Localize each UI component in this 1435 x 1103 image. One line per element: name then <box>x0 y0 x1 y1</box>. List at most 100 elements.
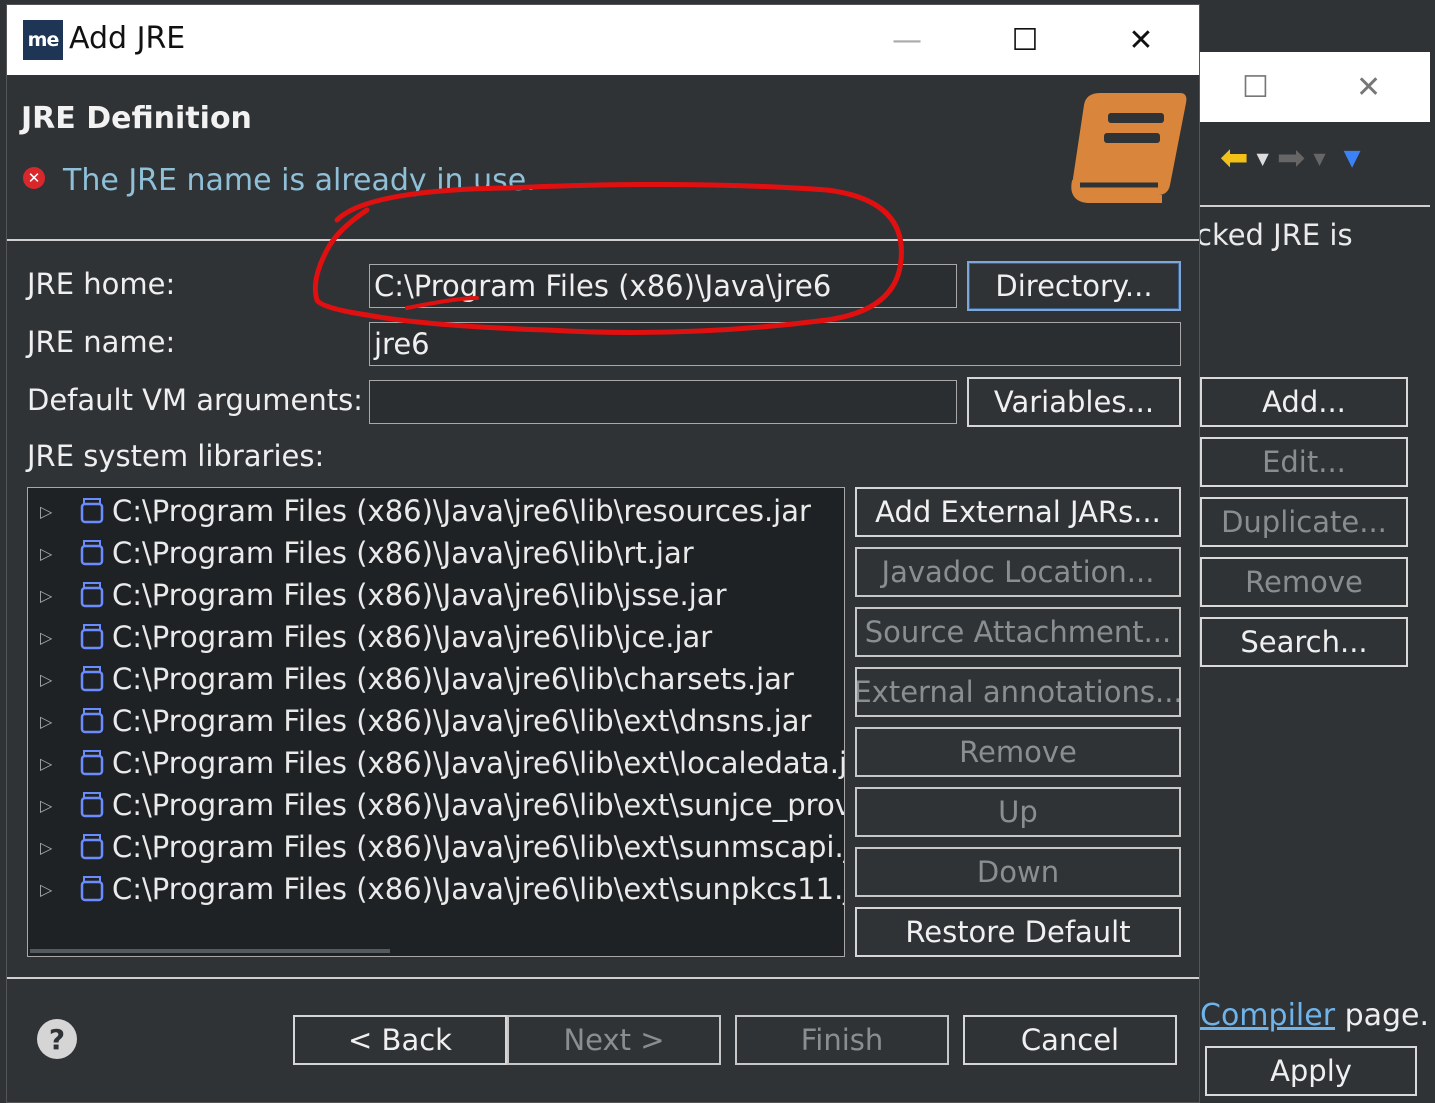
up-button[interactable]: Up <box>855 787 1181 837</box>
compiler-link[interactable]: Compiler <box>1200 998 1335 1033</box>
search-button[interactable]: Search... <box>1200 617 1408 667</box>
jar-icon <box>80 792 104 818</box>
back-arrow-icon[interactable]: ⬅ <box>1220 138 1249 178</box>
library-path: C:\Program Files (x86)\Java\jre6\lib\ext… <box>112 830 845 864</box>
expand-arrow-icon[interactable]: ▷ <box>28 502 68 521</box>
library-tree-row[interactable]: ▷ C:\Program Files (x86)\Java\jre6\lib\ex… <box>28 868 845 910</box>
external-annotations-label: External annotations... <box>855 675 1181 709</box>
remove-library-button[interactable]: Remove <box>855 727 1181 777</box>
library-tree-row[interactable]: ▷ C:\Program Files (x86)\Java\jre6\lib\ex… <box>28 826 845 868</box>
variables-button[interactable]: Variables... <box>967 377 1181 427</box>
expand-arrow-icon[interactable]: ▷ <box>28 838 68 857</box>
remove-button[interactable]: Remove <box>1200 557 1408 607</box>
library-path: C:\Program Files (x86)\Java\jre6\lib\ext… <box>112 704 812 738</box>
back-button-label: < Back <box>348 1023 452 1057</box>
javadoc-location-label: Javadoc Location... <box>881 555 1155 589</box>
jar-icon <box>80 876 104 902</box>
library-tree-row[interactable]: ▷ C:\Program Files (x86)\Java\jre6\lib\ch… <box>28 658 844 700</box>
forward-arrow-icon[interactable]: ➡ <box>1277 138 1306 178</box>
library-path: C:\Program Files (x86)\Java\jre6\lib\jce… <box>112 620 713 654</box>
expand-arrow-icon[interactable]: ▷ <box>28 754 68 773</box>
apply-button[interactable]: Apply <box>1205 1046 1417 1096</box>
library-tree-row[interactable]: ▷ C:\Program Files (x86)\Java\jre6\lib\rt… <box>28 532 844 574</box>
jre-home-field[interactable]: C:\Program Files (x86)\Java\jre6 <box>369 264 957 308</box>
expand-arrow-icon[interactable]: ▷ <box>28 586 68 605</box>
divider <box>1200 205 1430 207</box>
library-tree-row[interactable]: ▷ C:\Program Files (x86)\Java\jre6\lib\js… <box>28 574 844 616</box>
jar-icon <box>80 666 104 692</box>
library-tree-row[interactable]: ▷ C:\Program Files (x86)\Java\jre6\lib\ex… <box>28 700 844 742</box>
maximize-icon[interactable]: ☐ <box>1242 70 1269 105</box>
chevron-down-icon[interactable]: ▼ <box>1257 149 1269 168</box>
red-circle-annotation <box>312 181 904 335</box>
duplicate-button-label: Duplicate... <box>1221 505 1387 539</box>
down-button[interactable]: Down <box>855 847 1181 897</box>
restore-default-label: Restore Default <box>905 915 1131 949</box>
background-preferences-window: ☐ ✕ ⬅ ▼ ➡ ▼ ▼ cked JRE is Add... Edit...… <box>1190 52 1430 1103</box>
minimize-icon[interactable]: — <box>877 17 937 63</box>
edit-button[interactable]: Edit... <box>1200 437 1408 487</box>
library-tree-row[interactable]: ▷ C:\Program Files (x86)\Java\jre6\lib\jc… <box>28 616 844 658</box>
add-jre-dialog: me Add JRE — ☐ ✕ JRE Definition ✕ The JR… <box>6 4 1200 1103</box>
expand-arrow-icon[interactable]: ▷ <box>28 628 68 647</box>
expand-arrow-icon[interactable]: ▷ <box>28 712 68 731</box>
dialog-titlebar: me Add JRE — ☐ ✕ <box>7 5 1199 75</box>
expand-arrow-icon[interactable]: ▷ <box>28 544 68 563</box>
jre-name-field[interactable]: jre6 <box>369 322 1181 366</box>
close-icon[interactable]: ✕ <box>1111 17 1171 63</box>
chevron-down-icon[interactable]: ▼ <box>1313 149 1325 168</box>
next-button[interactable]: Next > <box>507 1015 721 1065</box>
library-path: C:\Program Files (x86)\Java\jre6\lib\jss… <box>112 578 727 612</box>
jar-icon <box>80 624 104 650</box>
expand-arrow-icon[interactable]: ▷ <box>28 880 68 899</box>
expand-arrow-icon[interactable]: ▷ <box>28 796 68 815</box>
source-attachment-button[interactable]: Source Attachment... <box>855 607 1181 657</box>
window-title: Add JRE <box>69 21 186 56</box>
library-path: C:\Program Files (x86)\Java\jre6\lib\cha… <box>112 662 794 696</box>
library-tree-row[interactable]: ▷ C:\Program Files (x86)\Java\jre6\lib\re… <box>28 490 844 532</box>
javadoc-location-button[interactable]: Javadoc Location... <box>855 547 1181 597</box>
finish-button-label: Finish <box>800 1023 884 1057</box>
error-icon: ✕ <box>23 167 45 189</box>
jar-icon <box>80 540 104 566</box>
add-button[interactable]: Add... <box>1200 377 1408 427</box>
expand-arrow-icon[interactable]: ▷ <box>28 670 68 689</box>
duplicate-button[interactable]: Duplicate... <box>1200 497 1408 547</box>
page-title: JRE Definition <box>21 101 252 136</box>
maximize-icon[interactable]: ☐ <box>995 17 1055 63</box>
library-path: C:\Program Files (x86)\Java\jre6\lib\rt.… <box>112 536 694 570</box>
apply-button-label: Apply <box>1270 1054 1352 1088</box>
vm-arguments-field[interactable] <box>369 380 957 424</box>
add-button-label: Add... <box>1262 385 1346 419</box>
close-icon[interactable]: ✕ <box>1356 70 1381 105</box>
directory-button-label: Directory... <box>995 269 1153 303</box>
vm-arguments-label: Default VM arguments: <box>27 383 363 417</box>
add-external-jars-button[interactable]: Add External JARs... <box>855 487 1181 537</box>
cancel-button-label: Cancel <box>1020 1023 1120 1057</box>
remove-button-label: Remove <box>1245 565 1363 599</box>
variables-button-label: Variables... <box>993 385 1155 419</box>
up-button-label: Up <box>998 795 1038 829</box>
view-menu-icon[interactable]: ▼ <box>1344 146 1361 171</box>
library-tree-row[interactable]: ▷ C:\Program Files (x86)\Java\jre6\lib\ex… <box>28 784 844 826</box>
back-button[interactable]: < Back <box>293 1015 507 1065</box>
add-external-jars-label: Add External JARs... <box>875 495 1161 529</box>
horizontal-scrollbar[interactable] <box>30 949 390 953</box>
library-tree-row[interactable]: ▷ C:\Program Files (x86)\Java\jre6\lib\ex… <box>28 742 844 784</box>
library-path: C:\Program Files (x86)\Java\jre6\lib\res… <box>112 494 811 528</box>
jre-home-label: JRE home: <box>27 267 176 301</box>
jar-icon <box>80 498 104 524</box>
down-button-label: Down <box>976 855 1060 889</box>
edit-button-label: Edit... <box>1262 445 1346 479</box>
finish-button[interactable]: Finish <box>735 1015 949 1065</box>
jar-icon <box>80 708 104 734</box>
description-text: cked JRE is <box>1196 218 1353 252</box>
jre-name-label: JRE name: <box>27 325 176 359</box>
library-path: C:\Program Files (x86)\Java\jre6\lib\ext… <box>112 872 845 906</box>
external-annotations-button[interactable]: External annotations... <box>855 667 1181 717</box>
help-icon[interactable]: ? <box>37 1019 77 1059</box>
system-libraries-tree[interactable]: ▷ C:\Program Files (x86)\Java\jre6\lib\re… <box>27 487 845 957</box>
cancel-button[interactable]: Cancel <box>963 1015 1177 1065</box>
restore-default-button[interactable]: Restore Default <box>855 907 1181 957</box>
directory-button[interactable]: Directory... <box>967 261 1181 311</box>
